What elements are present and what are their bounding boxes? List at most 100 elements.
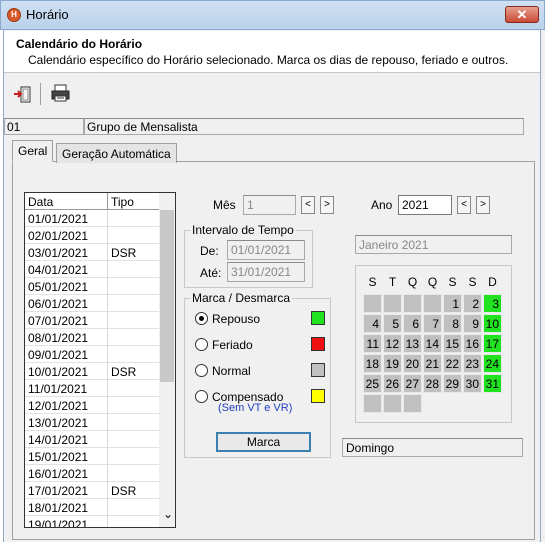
tab-geracao-automatica[interactable]: Geração Automática [56,143,177,163]
row-type: DSR [111,365,137,379]
table-row[interactable]: 15/01/2021 [25,448,159,465]
calendar-day[interactable]: 6 [403,314,422,333]
calendar-day[interactable]: 21 [423,354,442,373]
normal-swatch [311,363,325,377]
table-row[interactable]: 16/01/2021 [25,465,159,482]
table-row[interactable]: 08/01/2021 [25,329,159,346]
table-row[interactable]: 14/01/2021 [25,431,159,448]
calendar-day[interactable]: 26 [383,374,402,393]
radio-normal[interactable] [195,364,208,377]
ano-prev-button[interactable]: < [457,196,471,214]
calendar-day[interactable]: 7 [423,314,442,333]
title-bar [0,0,545,30]
calendar-day[interactable]: 29 [443,374,462,393]
table-row[interactable]: 13/01/2021 [25,414,159,431]
calendar-day[interactable]: 17 [483,334,502,353]
calendar-empty-cell [403,394,422,413]
calendar-day[interactable]: 22 [443,354,462,373]
calendar-day[interactable]: 25 [363,374,382,393]
calendar-day[interactable]: 18 [363,354,382,373]
header-subtitle: Calendário específico do Horário selecio… [28,53,509,67]
calendar-day[interactable]: 30 [463,374,482,393]
calendar-day[interactable]: 28 [423,374,442,393]
scroll-down-icon[interactable]: ⌄ [163,507,173,521]
table-row[interactable]: 03/01/2021 DSR [25,244,159,261]
calendar-day[interactable]: 3 [483,294,502,313]
calendar-day[interactable]: 31 [483,374,502,393]
calendar-day[interactable]: 15 [443,334,462,353]
calendar-day[interactable]: 27 [403,374,422,393]
row-date: 04/01/2021 [28,263,89,277]
row-type: DSR [111,246,137,260]
calendar-day[interactable]: 9 [463,314,482,333]
ano-input[interactable]: 2021 [398,195,452,215]
calendar-day[interactable]: 16 [463,334,482,353]
normal-label[interactable]: Normal [212,364,251,378]
row-date: 10/01/2021 [28,365,89,379]
row-date: 15/01/2021 [28,450,89,464]
table-row[interactable]: 10/01/2021 DSR [25,363,159,380]
weekday-header: Q [427,275,438,289]
radio-repouso[interactable] [195,312,208,325]
marca-button[interactable]: Marca [216,432,311,452]
calendar-empty-cell [363,394,382,413]
calendar-empty-cell [363,294,382,313]
calendar-day[interactable]: 13 [403,334,422,353]
calendar-day[interactable]: 12 [383,334,402,353]
date-list[interactable]: Data Tipo 01/01/2021 02/01/2021 03/01/2021… [24,192,176,528]
radio-feriado[interactable] [195,338,208,351]
calendar-empty-cell [383,394,402,413]
calendar-day[interactable]: 5 [383,314,402,333]
weekday-header: S [468,275,477,289]
mes-next-button[interactable]: > [320,196,334,214]
table-row[interactable]: 12/01/2021 [25,397,159,414]
row-date: 07/01/2021 [28,314,89,328]
row-date: 06/01/2021 [28,297,89,311]
header-panel: Calendário do Horário Calendário específ… [4,31,540,73]
de-value: 01/01/2021 [231,243,292,257]
row-date: 08/01/2021 [28,331,89,345]
radio-compensado[interactable] [195,390,208,403]
table-row[interactable]: 04/01/2021 [25,261,159,278]
table-row[interactable]: 17/01/2021 DSR [25,482,159,499]
ate-field: 31/01/2021 [227,262,305,282]
row-divider [107,261,108,278]
table-row[interactable]: 06/01/2021 [25,295,159,312]
header-data[interactable]: Data [28,195,53,209]
calendar-day[interactable]: 24 [483,354,502,373]
calendar-day[interactable]: 1 [443,294,462,313]
table-row[interactable]: 11/01/2021 [25,380,159,397]
scrollbar-thumb[interactable] [160,210,174,382]
row-divider [107,227,108,244]
close-button[interactable]: ✕ [505,6,539,23]
calendar-day[interactable]: 19 [383,354,402,373]
table-row[interactable]: 01/01/2021 [25,210,159,227]
calendar-day[interactable]: 14 [423,334,442,353]
calendar-day[interactable]: 2 [463,294,482,313]
table-row[interactable]: 18/01/2021 [25,499,159,516]
calendar-day[interactable]: 4 [363,314,382,333]
table-row[interactable]: 19/01/2021 [25,516,159,527]
ano-next-button[interactable]: > [476,196,490,214]
printer-icon[interactable] [50,83,72,103]
mes-prev-button[interactable]: < [301,196,315,214]
row-date: 14/01/2021 [28,433,89,447]
calendar-day[interactable]: 10 [483,314,502,333]
calendar-day[interactable]: 11 [363,334,382,353]
tab-geral[interactable]: Geral [12,140,54,162]
row-divider [107,380,108,397]
app-icon: H [7,8,21,22]
table-row[interactable]: 07/01/2021 [25,312,159,329]
calendar-day[interactable]: 23 [463,354,482,373]
table-row[interactable]: 02/01/2021 [25,227,159,244]
calendar-day[interactable]: 8 [443,314,462,333]
feriado-label[interactable]: Feriado [212,338,253,352]
table-row[interactable]: 09/01/2021 [25,346,159,363]
header-tipo[interactable]: Tipo [111,195,134,209]
calendar-day[interactable]: 20 [403,354,422,373]
table-row[interactable]: 05/01/2021 [25,278,159,295]
weekday-header: S [448,275,457,289]
repouso-label[interactable]: Repouso [212,312,260,326]
header-title: Calendário do Horário [16,37,143,51]
exit-icon[interactable] [12,84,34,104]
